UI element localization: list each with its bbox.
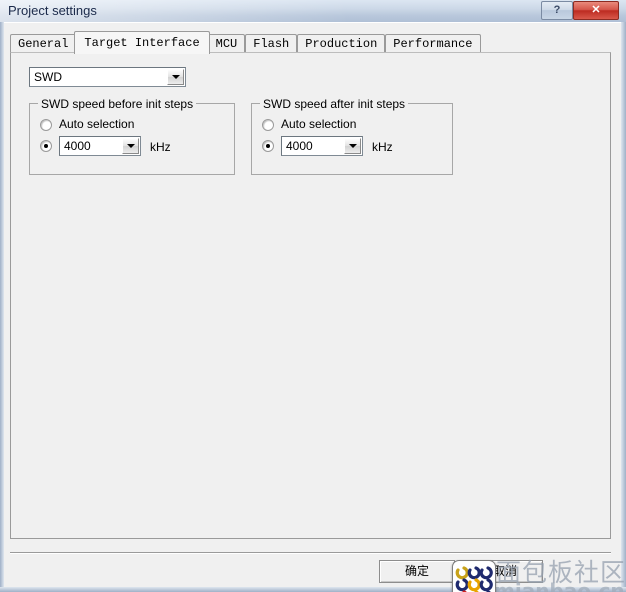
interface-type-value: SWD [34, 70, 62, 84]
radio-auto-label-before: Auto selection [59, 117, 135, 131]
radio-auto-label-after: Auto selection [281, 117, 357, 131]
ok-button[interactable]: 确定 [379, 560, 455, 583]
group-swd-speed-before-init: SWD speed before init steps Auto selecti… [29, 97, 235, 175]
tab-general[interactable]: General [10, 34, 77, 54]
title-bar[interactable]: Project settings ? ✕ [0, 0, 626, 22]
interface-type-combobox[interactable]: SWD [29, 67, 186, 87]
dialog-separator [10, 552, 611, 554]
tab-strip: General Target Interface MCU Flash Produ… [10, 31, 611, 54]
speed-combobox-before[interactable]: 4000 [59, 136, 141, 156]
tab-production[interactable]: Production [297, 34, 386, 54]
tab-performance[interactable]: Performance [385, 34, 481, 54]
settings-tab-control: General Target Interface MCU Flash Produ… [10, 31, 611, 539]
radio-auto-selection-before[interactable] [40, 119, 52, 131]
close-button[interactable]: ✕ [573, 1, 619, 20]
speed-unit-before: kHz [150, 140, 171, 154]
tab-flash[interactable]: Flash [245, 34, 298, 54]
window-right-border [621, 0, 626, 592]
window-bottom-border [0, 587, 626, 592]
group-caption-after: SWD speed after init steps [260, 97, 409, 111]
chevron-down-icon[interactable] [122, 138, 139, 154]
tab-target-interface[interactable]: Target Interface [74, 31, 210, 54]
chevron-down-glyph [348, 144, 357, 148]
cancel-button[interactable]: 取消 [467, 560, 543, 583]
chevron-down-glyph [171, 75, 180, 79]
speed-value-before: 4000 [64, 139, 91, 153]
window-title: Project settings [8, 3, 97, 18]
tab-mcu[interactable]: MCU [207, 34, 246, 54]
group-caption-before: SWD speed before init steps [38, 97, 197, 111]
project-settings-window: Project settings ? ✕ General Target Inte… [0, 0, 626, 592]
chevron-down-icon[interactable] [167, 69, 184, 85]
target-interface-panel: SWD SWD speed before init steps Auto sel… [10, 52, 611, 539]
speed-combobox-after[interactable]: 4000 [281, 136, 363, 156]
chevron-down-icon[interactable] [344, 138, 361, 154]
speed-unit-after: kHz [372, 140, 393, 154]
radio-manual-speed-after[interactable] [262, 140, 274, 152]
radio-manual-speed-before[interactable] [40, 140, 52, 152]
help-button[interactable]: ? [541, 1, 573, 20]
radio-auto-selection-after[interactable] [262, 119, 274, 131]
group-swd-speed-after-init: SWD speed after init steps Auto selectio… [251, 97, 453, 175]
chevron-down-glyph [126, 144, 135, 148]
dialog-client-area: General Target Interface MCU Flash Produ… [4, 22, 625, 592]
speed-value-after: 4000 [286, 139, 313, 153]
